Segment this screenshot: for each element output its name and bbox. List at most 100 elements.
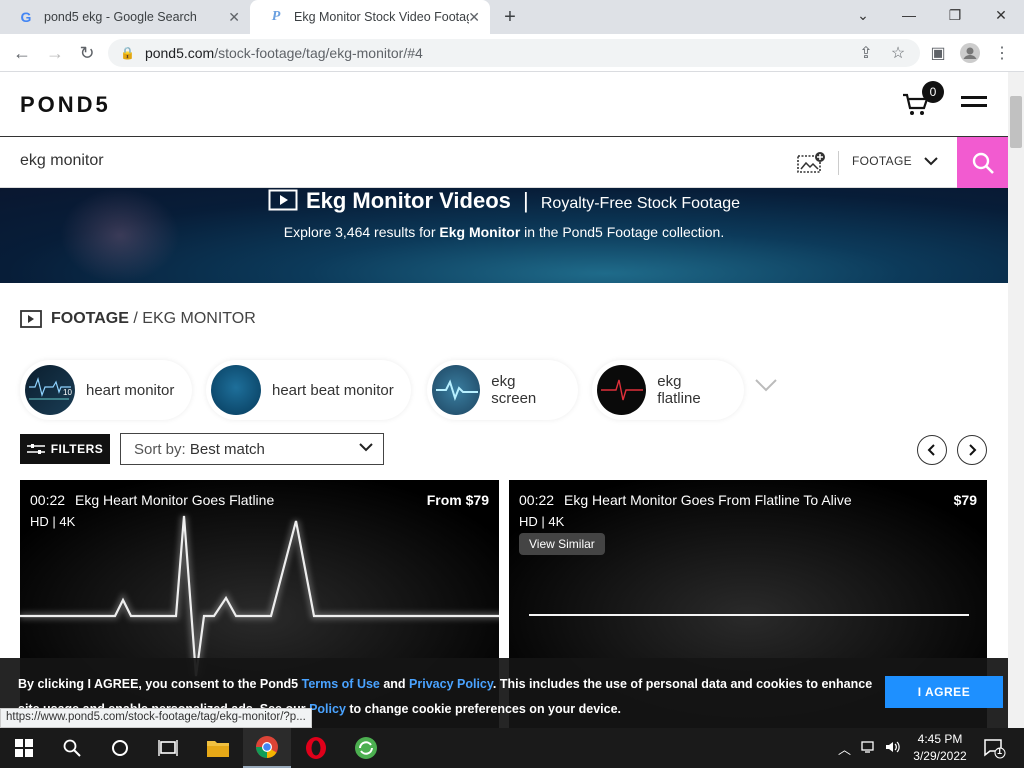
title-separator: | <box>523 188 529 213</box>
hero-banner: Ekg Monitor Videos | Royalty-Free Stock … <box>0 188 1008 283</box>
cart-count-badge: 0 <box>922 81 944 103</box>
related-tag-chip[interactable]: heart beat monitor <box>206 360 411 420</box>
video-icon <box>268 189 298 211</box>
related-tag-chip[interactable]: 10 heart monitor <box>20 360 192 420</box>
url-field[interactable]: 🔒 pond5.com/stock-footage/tag/ekg-monito… <box>108 39 920 67</box>
svg-text:10: 10 <box>63 388 72 397</box>
close-icon[interactable]: ✕ <box>468 9 480 26</box>
notification-count: 1 <box>997 746 1003 756</box>
page-scrollbar[interactable] <box>1008 72 1024 728</box>
hamburger-menu-icon[interactable] <box>961 96 987 112</box>
volume-icon[interactable] <box>885 740 901 757</box>
system-tray: ︿ <box>838 728 901 768</box>
chip-thumbnail <box>432 365 481 415</box>
back-button[interactable]: ← <box>9 41 35 65</box>
pond5-logo[interactable]: POND5 <box>20 92 111 118</box>
tab-pond5[interactable]: P Ekg Monitor Stock Video Footage ✕ <box>250 0 490 34</box>
tab-google-search[interactable]: G pond5 ekg - Google Search ✕ <box>0 0 250 34</box>
privacy-policy-link[interactable]: Privacy Policy <box>409 677 493 691</box>
related-tag-chip[interactable]: ekg screen <box>427 360 578 420</box>
chevron-up-icon[interactable]: ︿ <box>838 739 851 758</box>
banner-title-row: Ekg Monitor Videos | Royalty-Free Stock … <box>0 188 1008 214</box>
video-price: From $79 <box>426 492 489 508</box>
forward-button[interactable]: → <box>42 41 68 65</box>
chevron-right-icon <box>969 444 977 456</box>
restore-button[interactable]: ❐ <box>932 0 978 30</box>
side-panel-icon[interactable]: ▣ <box>926 41 950 65</box>
divider <box>838 151 839 175</box>
scrollbar-thumb[interactable] <box>1010 96 1022 148</box>
minimize-button[interactable]: — <box>886 0 932 30</box>
next-page-button[interactable] <box>957 435 987 465</box>
opera-icon[interactable] <box>292 728 340 768</box>
clock-date: 3/29/2022 <box>913 749 967 763</box>
summary-text: in the Pond5 Footage collection. <box>520 224 725 240</box>
view-similar-button[interactable]: View Similar <box>519 533 605 555</box>
breadcrumb-separator: / <box>128 310 143 327</box>
i-agree-button[interactable]: I AGREE <box>885 676 1003 708</box>
breadcrumb-current: EKG MONITOR <box>142 310 256 327</box>
breadcrumb-footage[interactable]: FOOTAGE <box>51 310 129 328</box>
profile-avatar[interactable] <box>958 41 982 65</box>
app-icon[interactable] <box>342 728 390 768</box>
summary-term: Ekg Monitor <box>439 224 521 240</box>
video-duration: 00:22 <box>519 492 555 508</box>
chevron-down-icon <box>359 440 373 455</box>
cookie-text-part: By clicking I AGREE, you consent to the … <box>18 677 302 691</box>
browser-menu-icon[interactable]: ⋮ <box>990 41 1014 65</box>
video-title-row: 00:22 Ekg Heart Monitor Goes Flatline <box>30 492 274 508</box>
results-summary: Explore 3,464 results for Ekg Monitor in… <box>0 224 1008 240</box>
prev-page-button[interactable] <box>917 435 947 465</box>
chevron-down-icon[interactable] <box>924 153 938 169</box>
video-title[interactable]: Ekg Heart Monitor Goes Flatline <box>75 492 274 508</box>
chip-label: heart beat monitor <box>272 381 394 399</box>
chips-expand-chevron-icon[interactable] <box>754 378 778 397</box>
related-tag-chip[interactable]: ekg flatline <box>592 360 744 420</box>
cortana-icon[interactable] <box>96 728 144 768</box>
policy-link[interactable]: Policy <box>309 702 346 716</box>
terms-of-use-link[interactable]: Terms of Use <box>302 677 380 691</box>
reload-button[interactable]: ↻ <box>74 41 100 65</box>
search-input[interactable]: ekg monitor <box>20 152 104 170</box>
url-host: pond5.com <box>144 45 215 61</box>
sort-select[interactable]: Sort by: Best match <box>120 433 384 465</box>
pond5-favicon-icon: P <box>271 9 281 24</box>
video-title[interactable]: Ekg Heart Monitor Goes From Flatline To … <box>564 492 852 508</box>
page-subtitle: Royalty-Free Stock Footage <box>540 195 741 212</box>
image-search-icon[interactable] <box>797 151 827 173</box>
summary-text: Explore 3,464 results for <box>283 224 440 240</box>
page-title: Ekg Monitor Videos <box>305 188 511 213</box>
video-quality: HD | 4K <box>30 514 76 529</box>
sort-value: Best match <box>189 440 265 458</box>
share-icon[interactable]: ⇪ <box>854 41 878 65</box>
cookie-text-part: to change cookie preferences on your dev… <box>345 702 621 716</box>
clock-time: 4:45 PM <box>917 732 963 746</box>
new-tab-button[interactable]: + <box>498 4 522 30</box>
breadcrumb: FOOTAGE / EKG MONITOR <box>20 310 256 328</box>
chip-label: ekg screen <box>491 373 537 407</box>
search-button[interactable] <box>957 137 1008 188</box>
video-title-row: 00:22 Ekg Heart Monitor Goes From Flatlin… <box>519 492 852 508</box>
sliders-icon <box>26 444 45 454</box>
video-price: $79 <box>953 492 977 508</box>
file-explorer-icon[interactable] <box>194 728 242 768</box>
window-close-button[interactable]: ✕ <box>978 0 1024 30</box>
lock-icon: 🔒 <box>120 46 135 60</box>
notification-center-icon[interactable]: 1 <box>982 736 1006 760</box>
close-icon[interactable]: ✕ <box>228 9 240 26</box>
search-bar: ekg monitor FOOTAGE <box>0 136 1008 188</box>
clock[interactable]: 4:45 PM 3/29/2022 <box>910 731 970 765</box>
media-type-select[interactable]: FOOTAGE <box>852 154 912 168</box>
network-icon[interactable] <box>861 740 877 757</box>
task-view-icon[interactable] <box>144 728 192 768</box>
search-icon[interactable] <box>48 728 96 768</box>
filters-label: FILTERS <box>50 442 104 456</box>
tab-search-icon[interactable]: ⌄ <box>840 0 886 30</box>
chrome-icon[interactable] <box>243 728 291 768</box>
chip-label: ekg flatline <box>657 373 701 407</box>
chip-thumbnail <box>211 365 261 415</box>
video-duration: 00:22 <box>30 492 66 508</box>
filters-button[interactable]: FILTERS <box>20 434 110 464</box>
windows-start-icon[interactable] <box>0 728 48 768</box>
bookmark-star-icon[interactable]: ☆ <box>886 41 910 65</box>
